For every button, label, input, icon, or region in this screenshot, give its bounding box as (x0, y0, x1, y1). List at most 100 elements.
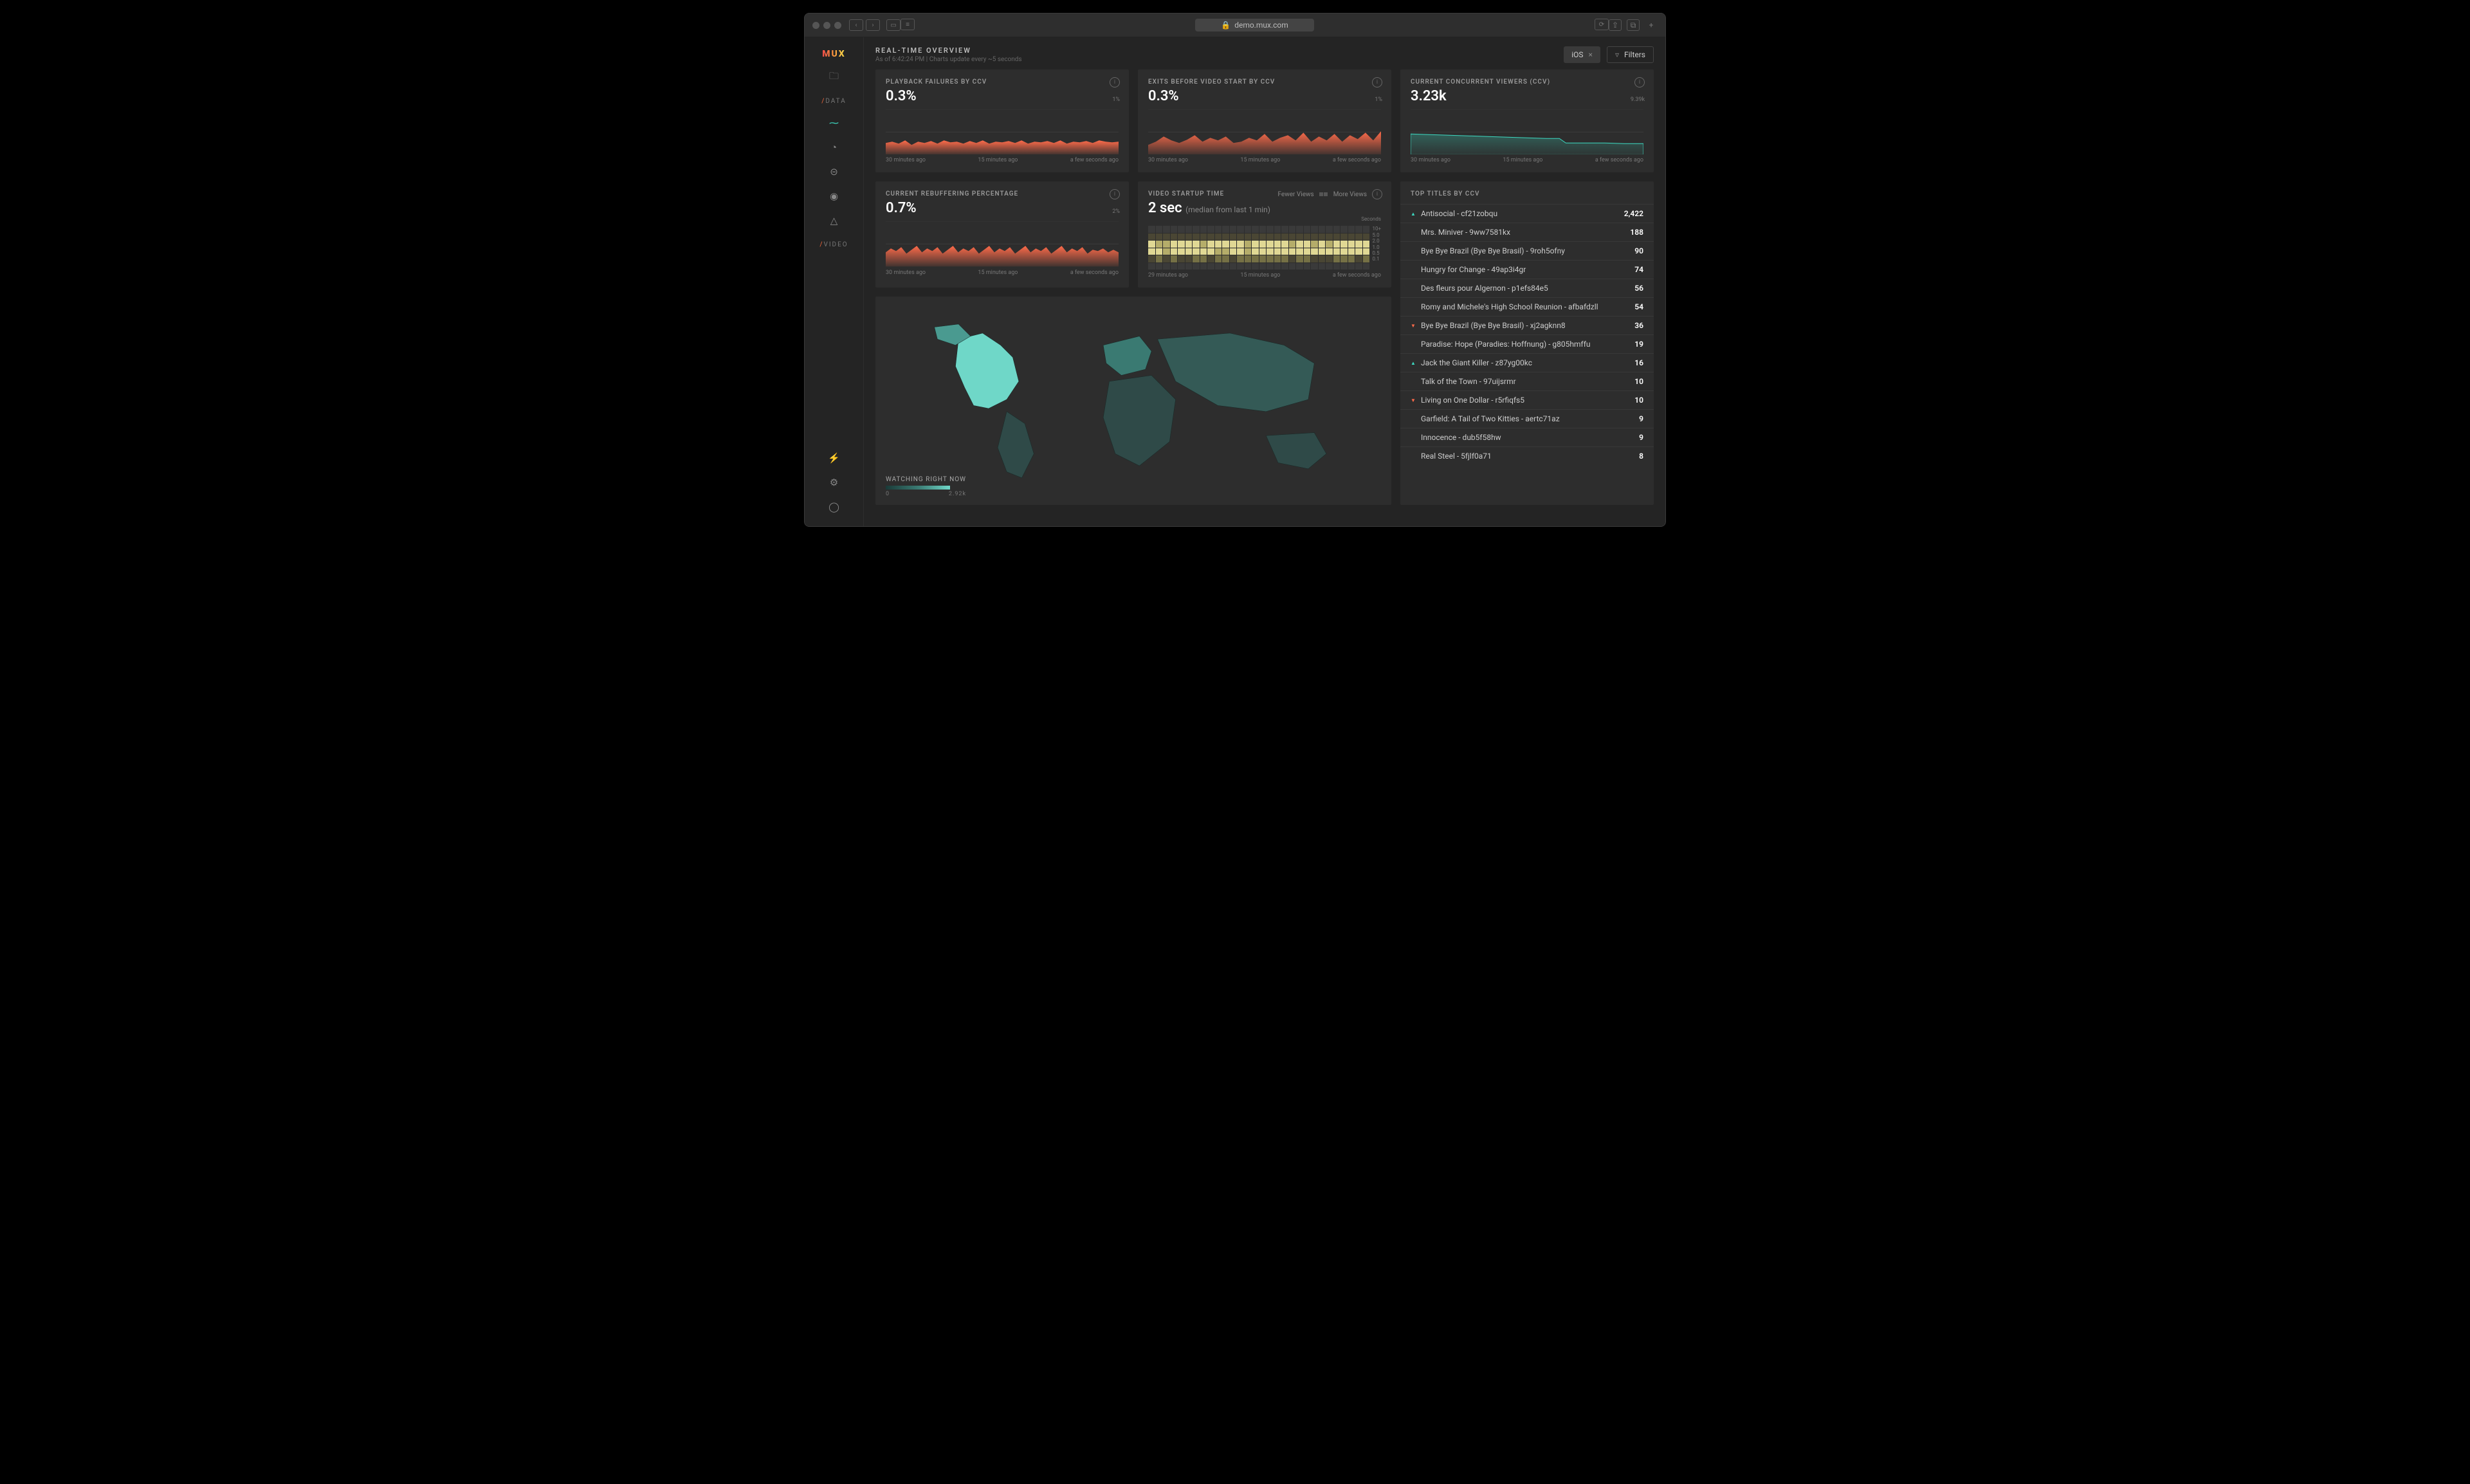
info-icon[interactable]: i (1372, 189, 1382, 199)
map-region-africa[interactable] (1103, 376, 1176, 466)
title-row[interactable]: Garfield: A Tail of Two Kitties - aertc7… (1400, 409, 1654, 428)
title-row[interactable]: Des fleurs pour Algernon - p1efs84e556 (1400, 279, 1654, 297)
title-row[interactable]: Real Steel - 5fjlf0a718 (1400, 446, 1654, 465)
y-max: 9.39k (1631, 96, 1645, 103)
heatmap-cell (1171, 255, 1178, 262)
heatmap-cell (1274, 255, 1281, 262)
close-icon[interactable]: × (1589, 50, 1593, 59)
heatmap-cell (1267, 248, 1274, 255)
heatmap-cell (1222, 234, 1229, 241)
card-value: 0.7% (886, 200, 1119, 216)
heatmap-tick: 2.0 (1372, 238, 1381, 244)
info-icon[interactable]: i (1110, 77, 1120, 87)
map-region-europe[interactable] (1103, 336, 1151, 376)
browser-window: ‹ › ▭ ≡ 🔒 demo.mux.com ⟳ ⇪ ⧉ + MUX 🗀 /DA… (804, 13, 1666, 527)
info-icon[interactable]: i (1634, 77, 1645, 87)
axis-label: 30 minutes ago (886, 270, 926, 276)
heatmap-cell (1355, 241, 1362, 248)
reload-icon[interactable]: ⟳ (1595, 19, 1609, 30)
card-world-map: WATCHING RIGHT NOW 0 2.92k (875, 297, 1391, 505)
titles-list: ▲Antisocial - cf21zobqu2,422Mrs. Miniver… (1400, 204, 1654, 465)
heatmap-cell (1348, 226, 1355, 233)
heatmap-cell (1311, 241, 1318, 248)
map-legend-title: WATCHING RIGHT NOW (886, 476, 966, 483)
world-map[interactable] (882, 303, 1385, 496)
title-count: 36 (1634, 321, 1643, 330)
heatmap-cell (1215, 255, 1222, 262)
heatmap-cell (1245, 255, 1252, 262)
logo[interactable]: MUX (822, 49, 845, 59)
folder-icon[interactable]: 🗀 (828, 71, 841, 84)
title-row[interactable]: Hungry for Change - 49ap3i4gr74 (1400, 260, 1654, 279)
heatmap-cell (1215, 226, 1222, 233)
new-tab-icon[interactable]: + (1645, 19, 1658, 31)
map-region-north-america[interactable] (955, 333, 1018, 408)
title-row[interactable]: Mrs. Miniver - 9ww7581kx188 (1400, 223, 1654, 241)
heatmap-cell (1333, 234, 1340, 241)
heatmap-cell (1193, 241, 1200, 248)
info-icon[interactable]: i (1110, 189, 1120, 199)
map-region-south-america[interactable] (998, 412, 1034, 478)
eye-icon[interactable]: ◉ (828, 190, 841, 203)
map-legend-max: 2.92k (949, 491, 966, 497)
bell-icon[interactable]: △ (828, 214, 841, 227)
y-max: 1% (1375, 96, 1382, 103)
pulse-icon[interactable]: ⁓ (828, 116, 841, 129)
heatmap-cell (1156, 263, 1163, 270)
user-icon[interactable]: ◯ (828, 500, 841, 513)
heatmap-chart: 10+5.02.01.00.50.1 (1148, 226, 1381, 270)
title-row[interactable]: Bye Bye Brazil (Bye Bye Brasil) - 9roh5o… (1400, 241, 1654, 260)
info-icon[interactable]: i (1372, 77, 1382, 87)
heatmap-cell (1178, 263, 1185, 270)
title-row[interactable]: Romy and Michele's High School Reunion -… (1400, 297, 1654, 316)
minimize-dot[interactable] (823, 22, 830, 29)
heatmap-cell (1267, 255, 1274, 262)
url-bar[interactable]: 🔒 demo.mux.com (1195, 19, 1314, 32)
title-row[interactable]: Talk of the Town - 97uijsrmr10 (1400, 372, 1654, 390)
heatmap-cell (1163, 241, 1170, 248)
map-region-asia[interactable] (1158, 333, 1315, 412)
bolt-icon[interactable]: ⚡ (828, 452, 841, 464)
title-row[interactable]: Innocence - dub5f58hw9 (1400, 428, 1654, 446)
title-row[interactable]: ▼Living on One Dollar - r5rfiqfs510 (1400, 390, 1654, 409)
map-region-oceania[interactable] (1266, 433, 1326, 469)
heatmap-cell (1326, 255, 1333, 262)
axis-label: 15 minutes ago (978, 270, 1018, 276)
title-row[interactable]: Paradise: Hope (Paradies: Hoffnung) - g8… (1400, 334, 1654, 353)
heatmap-cell (1230, 241, 1237, 248)
title-count: 16 (1634, 358, 1643, 367)
zoom-dot[interactable] (834, 22, 841, 29)
filters-button[interactable]: ▿ Filters (1607, 46, 1654, 63)
title-row[interactable]: ▲Jack the Giant Killer - z87yg00kc16 (1400, 353, 1654, 372)
axis-label: 15 minutes ago (1240, 272, 1280, 279)
heatmap-cell (1267, 241, 1274, 248)
area-chart (886, 109, 1119, 154)
heatmap-cell (1304, 255, 1311, 262)
heatmap-cell (1185, 255, 1193, 262)
close-dot[interactable] (812, 22, 819, 29)
gear-icon[interactable]: ⚙ (828, 476, 841, 489)
heatmap-cell (1230, 255, 1237, 262)
heatmap-cell (1171, 241, 1178, 248)
heatmap-cell (1237, 241, 1244, 248)
heatmap-cell (1193, 263, 1200, 270)
active-filter-pill[interactable]: iOS × (1564, 46, 1600, 63)
clock-icon[interactable]: ◔ (828, 141, 841, 154)
heatmap-cell (1222, 263, 1229, 270)
title-row[interactable]: ▼Bye Bye Brazil (Bye Bye Brasil) - xj2ag… (1400, 316, 1654, 334)
title-name: Jack the Giant Killer - z87yg00kc (1421, 358, 1629, 367)
heatmap-cell (1178, 255, 1185, 262)
sidebar-toggle-icon[interactable]: ▭ (886, 19, 901, 31)
tabs-icon[interactable]: ⧉ (1627, 19, 1640, 31)
share-icon[interactable]: ⇪ (1609, 19, 1622, 31)
reader-icon[interactable]: ≡ (901, 19, 915, 30)
heatmap-tick: 0.1 (1372, 256, 1381, 262)
heatmap-cell (1304, 234, 1311, 241)
heatmap-cell (1333, 263, 1340, 270)
back-button[interactable]: ‹ (849, 19, 863, 31)
forward-button[interactable]: › (866, 19, 880, 31)
title-count: 54 (1634, 302, 1643, 311)
heatmap-cell (1230, 226, 1237, 233)
title-row[interactable]: ▲Antisocial - cf21zobqu2,422 (1400, 204, 1654, 223)
alert-icon[interactable]: ⊝ (828, 165, 841, 178)
